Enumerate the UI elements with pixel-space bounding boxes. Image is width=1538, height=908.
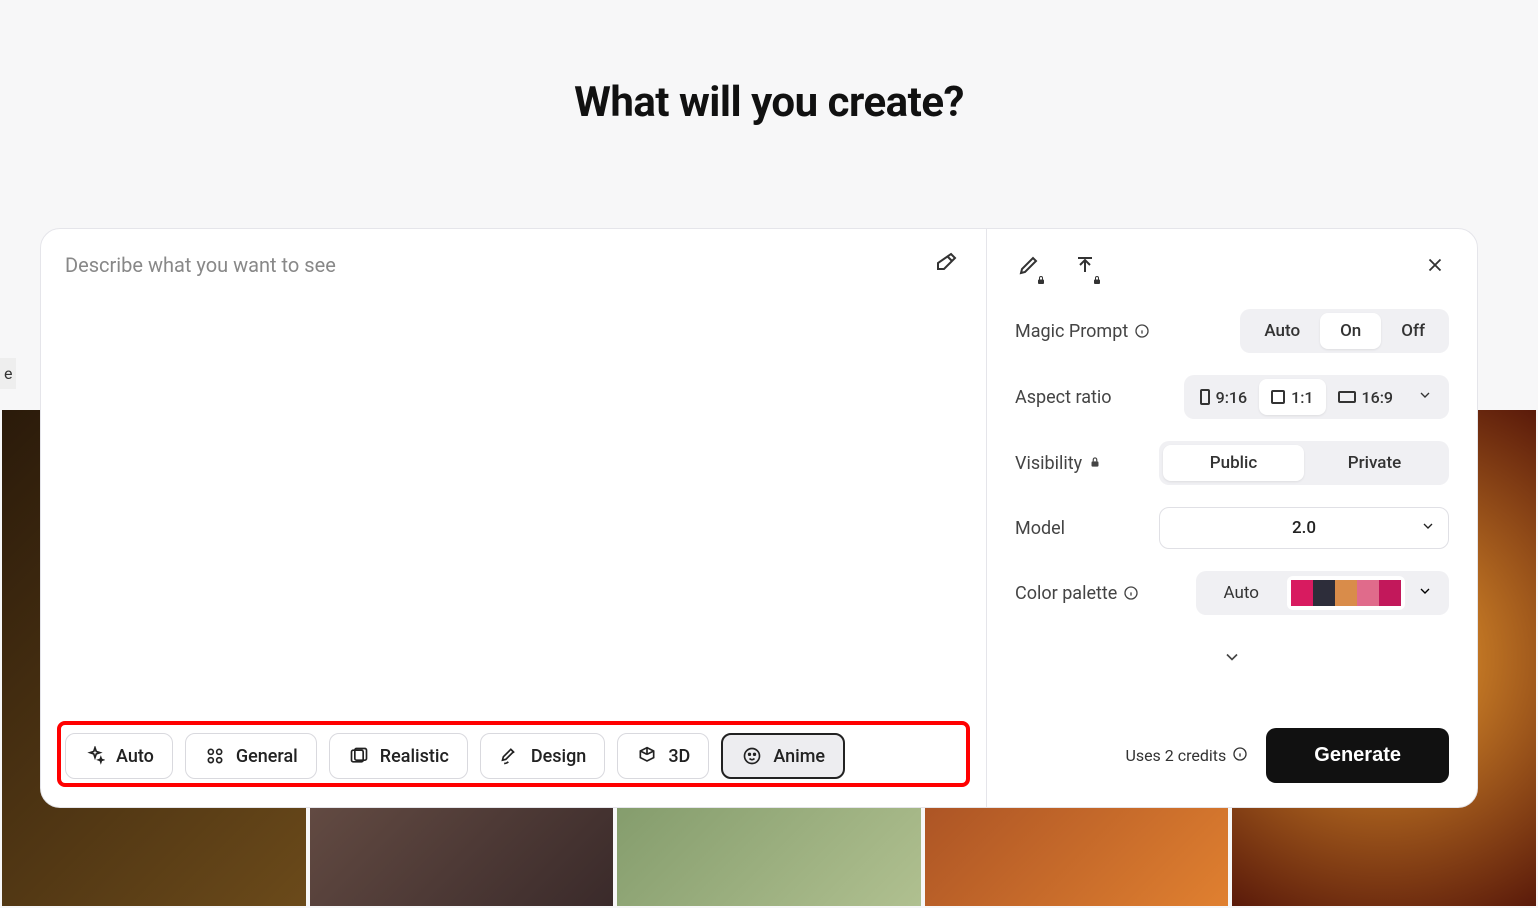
sparkle-icon — [84, 745, 106, 767]
style-chip-label: Realistic — [380, 746, 449, 767]
grid-icon — [204, 745, 226, 767]
create-panel: Auto General Realistic Design 3D Anime — [40, 228, 1478, 808]
settings-toolbar — [1015, 253, 1449, 281]
pen-icon — [499, 745, 521, 767]
setting-label-text: Color palette — [1015, 583, 1117, 604]
swatch — [1313, 580, 1335, 606]
style-chip-design[interactable]: Design — [480, 733, 605, 779]
aspect-portrait-icon — [1200, 389, 1210, 405]
lock-icon — [1088, 453, 1102, 474]
face-icon — [741, 745, 763, 767]
info-icon[interactable] — [1232, 746, 1248, 766]
style-chip-anime[interactable]: Anime — [721, 733, 845, 779]
aspect-landscape-icon — [1338, 391, 1356, 403]
prompt-section: Auto General Realistic Design 3D Anime — [41, 229, 987, 807]
chevron-down-icon — [1417, 387, 1433, 407]
visibility-public[interactable]: Public — [1163, 445, 1304, 481]
visibility-private[interactable]: Private — [1304, 445, 1445, 481]
setting-label-text: Magic Prompt — [1015, 321, 1128, 342]
style-chip-label: Design — [531, 746, 586, 767]
setting-row-model: Model 2.0 — [1015, 507, 1449, 549]
setting-label: Magic Prompt — [1015, 321, 1150, 342]
info-icon[interactable] — [1123, 585, 1139, 601]
style-chip-auto[interactable]: Auto — [65, 733, 173, 779]
setting-row-aspect-ratio: Aspect ratio 9:16 1:1 16:9 — [1015, 375, 1449, 419]
palette-auto-button[interactable]: Auto — [1200, 575, 1283, 611]
aspect-label: 9:16 — [1216, 388, 1248, 407]
settings-footer: Uses 2 credits Generate — [1015, 728, 1449, 783]
credits-label: Uses 2 credits — [1125, 746, 1226, 765]
chevron-down-icon — [1417, 584, 1433, 603]
prompt-input[interactable] — [65, 253, 962, 721]
clear-prompt-button[interactable] — [930, 249, 962, 281]
setting-label: Aspect ratio — [1015, 387, 1112, 408]
swatch — [1291, 580, 1313, 606]
setting-row-color-palette: Color palette Auto — [1015, 571, 1449, 615]
upload-locked-button[interactable] — [1071, 253, 1099, 281]
expand-settings-button[interactable] — [1015, 647, 1449, 671]
setting-row-visibility: Visibility Public Private — [1015, 441, 1449, 485]
style-chip-label: General — [236, 746, 298, 767]
setting-label-text: Visibility — [1015, 453, 1082, 474]
visibility-segmented: Public Private — [1159, 441, 1449, 485]
chevron-down-icon — [1420, 518, 1436, 539]
swatch — [1335, 580, 1357, 606]
magic-prompt-on[interactable]: On — [1320, 313, 1381, 349]
palette-more-button[interactable] — [1405, 583, 1445, 603]
setting-label-text: Aspect ratio — [1015, 387, 1112, 408]
page-title: What will you create? — [0, 78, 1538, 127]
credits-text: Uses 2 credits — [1125, 746, 1248, 766]
swatch — [1357, 580, 1379, 606]
magic-prompt-off[interactable]: Off — [1381, 313, 1445, 349]
settings-section: Magic Prompt Auto On Off Aspect ratio 9:… — [987, 229, 1477, 807]
photo-icon — [348, 745, 370, 767]
edit-locked-button[interactable] — [1015, 253, 1043, 281]
magic-prompt-segmented: Auto On Off — [1240, 309, 1449, 353]
generate-button[interactable]: Generate — [1266, 728, 1449, 783]
setting-label-text: Model — [1015, 518, 1065, 539]
close-icon — [1424, 254, 1446, 280]
eraser-icon — [934, 251, 958, 279]
model-dropdown[interactable]: 2.0 — [1159, 507, 1449, 549]
style-chip-label: Anime — [773, 746, 825, 767]
style-chip-3d[interactable]: 3D — [617, 733, 709, 779]
aspect-square-icon — [1271, 390, 1285, 404]
close-settings-button[interactable] — [1421, 253, 1449, 281]
aspect-ratio-segmented: 9:16 1:1 16:9 — [1184, 375, 1449, 419]
lock-icon — [1035, 271, 1047, 283]
style-chip-general[interactable]: General — [185, 733, 317, 779]
palette-swatches[interactable] — [1287, 576, 1405, 610]
chevron-down-icon — [1222, 647, 1242, 671]
prompt-area — [65, 253, 962, 721]
lock-icon — [1091, 271, 1103, 283]
cropped-side-label: e — [0, 358, 16, 389]
color-palette-control: Auto — [1196, 571, 1449, 615]
setting-row-magic-prompt: Magic Prompt Auto On Off — [1015, 309, 1449, 353]
model-value: 2.0 — [1292, 518, 1316, 538]
aspect-label: 1:1 — [1291, 388, 1313, 407]
setting-label: Color palette — [1015, 583, 1139, 604]
cube-icon — [636, 745, 658, 767]
aspect-1-1[interactable]: 1:1 — [1259, 379, 1325, 415]
setting-label: Visibility — [1015, 453, 1102, 474]
magic-prompt-auto[interactable]: Auto — [1244, 313, 1320, 349]
aspect-more-button[interactable] — [1405, 379, 1445, 415]
style-selector-row: Auto General Realistic Design 3D Anime — [57, 721, 970, 787]
style-chip-realistic[interactable]: Realistic — [329, 733, 468, 779]
aspect-9-16[interactable]: 9:16 — [1188, 379, 1260, 415]
setting-label: Model — [1015, 518, 1065, 539]
aspect-label: 16:9 — [1362, 388, 1394, 407]
info-icon[interactable] — [1134, 323, 1150, 339]
style-chip-label: Auto — [116, 746, 154, 767]
aspect-16-9[interactable]: 16:9 — [1326, 379, 1406, 415]
style-chip-label: 3D — [668, 746, 690, 767]
swatch — [1379, 580, 1401, 606]
